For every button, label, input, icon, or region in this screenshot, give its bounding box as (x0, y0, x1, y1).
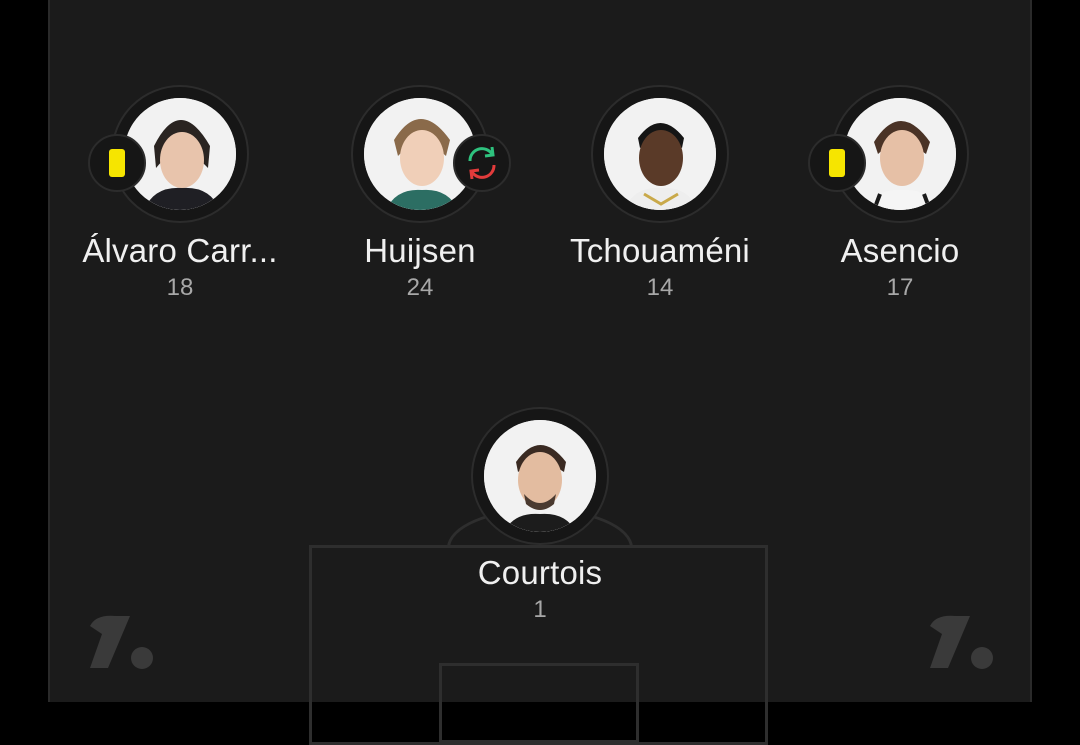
player-name: Álvaro Carr... (82, 232, 278, 269)
player-number: 17 (886, 274, 914, 301)
onefootball-logo-icon (926, 610, 996, 670)
player-avatar (484, 420, 596, 532)
yellow-card-icon (88, 134, 146, 192)
player-number: 1 (533, 596, 547, 623)
pitch-edge-right (1030, 0, 1032, 702)
onefootball-logo-icon (86, 610, 156, 670)
yellow-card-icon (808, 134, 866, 192)
goalkeeper-card[interactable]: Courtois 1 (410, 0, 670, 630)
player-name: Asencio (840, 232, 960, 269)
player-number: 18 (166, 274, 194, 301)
player-name: Courtois (477, 554, 603, 591)
player-card[interactable]: Asencio 17 (770, 0, 1030, 310)
goal-box (439, 663, 639, 743)
player-card[interactable]: Álvaro Carr... 18 (50, 0, 310, 310)
